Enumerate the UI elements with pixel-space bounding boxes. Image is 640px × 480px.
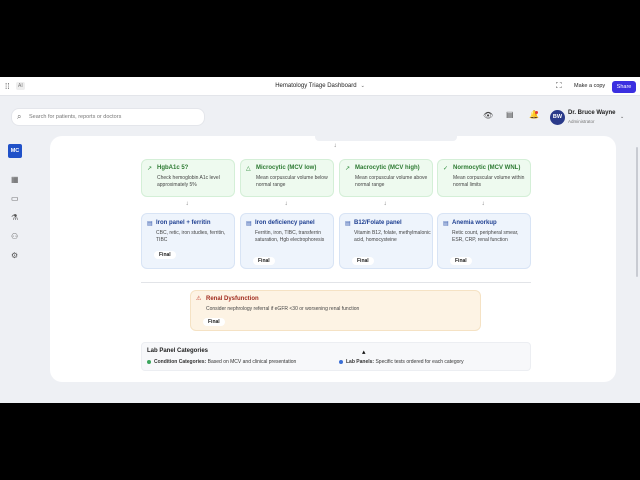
lab-card-iron-panel[interactable]: ▤ Iron panel + ferritin CBC, retic, iron… [141,213,235,269]
condition-card-normocytic[interactable]: ✓ Normocytic (MCV WNL) Mean corpuscular … [437,159,531,197]
chat-icon[interactable]: ▭ [11,194,19,203]
lab-title: Iron deficiency panel [255,220,315,226]
document-icon[interactable]: ▤ [506,110,514,119]
sidebar: MC ▦ ▭ ⚗ ⚇ ⚙ [0,136,30,403]
expand-icon[interactable]: ⛶ [556,81,562,91]
condition-desc: Check hemoglobin A1c level approximately… [157,175,220,188]
app-window: ⁞⁞ AI Hematology Triage Dashboard ⌄ ⛶ Mak… [0,77,640,403]
arrow-down-icon: ↓ [333,143,337,149]
chevron-down-icon[interactable]: ⌄ [620,114,624,120]
condition-card-macrocytic[interactable]: ↗ Macrocytic (MCV high) Mean corpuscular… [339,159,433,197]
dashboard-icon[interactable]: ▦ [11,175,19,184]
section-divider [141,282,531,283]
condition-desc: Mean corpuscular volume within normal li… [453,175,525,188]
condition-title: Microcytic (MCV low) [256,165,317,171]
trend-up-icon: ↗ [345,166,351,172]
lab-title: Iron panel + ferritin [156,220,211,226]
condition-desc: Mean corpuscular volume above normal ran… [355,175,428,188]
title-bar: ⁞⁞ AI Hematology Triage Dashboard ⌄ ⛶ Mak… [0,77,640,96]
warning-icon: ⚠ [196,296,202,302]
triage-flowchart-card: ↓ ↗ HgbA1c 5? Check hemoglobin A1c level… [50,136,616,382]
lab-desc: Vitamin B12, folate, methylmalonic acid,… [354,230,431,243]
warning-icon: △ [246,166,251,172]
condition-desc: Mean corpuscular volume below normal ran… [256,175,328,188]
eye-icon[interactable]: 👁 [483,111,493,120]
search-icon: ⌕ [17,112,22,121]
legend-dot-green [147,360,151,364]
status-badge: Final [253,257,275,265]
chevron-down-icon[interactable]: ⌄ [361,83,365,89]
parent-node-stub [315,136,457,141]
user-name[interactable]: Dr. Bruce Wayne [568,110,615,116]
app-header: ⌕ Search for patients, reports or doctor… [0,96,640,136]
lab-icon[interactable]: ⚗ [11,213,18,222]
legend-panel: Lab Panel Categories Condition Categorie… [141,342,531,371]
gear-icon[interactable]: ⚙ [11,251,18,260]
arrow-down-icon: ↓ [481,201,485,207]
lab-desc: Retic count, peripheral smear, ESR, CRP,… [452,230,519,243]
lab-desc: Ferritin, iron, TIBC, transferrin satura… [255,230,325,243]
lab-title: Anemia workup [452,220,497,226]
legend-item-labs: Lab Panels: Specific tests ordered for e… [346,359,464,365]
status-badge: Final [203,318,225,326]
search-placeholder: Search for patients, reports or doctors [29,114,122,120]
alert-title: Renal Dysfunction [206,296,259,302]
alert-card-renal[interactable]: ⚠ Renal Dysfunction Consider nephrology … [190,290,481,331]
alert-desc: Consider nephrology referral if eGFR <30… [206,306,360,312]
lab-card-anemia-workup[interactable]: ▤ Anemia workup Retic count, peripheral … [437,213,531,269]
app-logo[interactable]: MC [8,144,22,158]
arrow-down-icon: ↓ [383,201,387,207]
legend-title: Lab Panel Categories [147,348,209,354]
make-copy-button[interactable]: Make a copy [574,83,605,89]
condition-title: Macrocytic (MCV high) [355,165,420,171]
check-circle-icon: ✓ [443,166,449,172]
status-badge: Final [450,257,472,265]
arrow-down-icon: ↓ [284,201,288,207]
document-icon: ▤ [147,221,153,227]
condition-title: Normocytic (MCV WNL) [453,165,521,171]
document-icon: ▤ [246,221,252,227]
user-role: Administrator [568,119,595,124]
status-badge: Final [352,257,374,265]
users-icon[interactable]: ⚇ [11,232,18,241]
lab-card-b12-folate[interactable]: ▤ B12/Folate panel Vitamin B12, folate, … [339,213,433,269]
legend-dot-blue [339,360,343,364]
condition-title: HgbA1c 5? [157,165,189,171]
document-title[interactable]: Hematology Triage Dashboard ⌄ [0,83,640,89]
condition-card-hgba1c[interactable]: ↗ HgbA1c 5? Check hemoglobin A1c level a… [141,159,235,197]
document-icon: ▤ [345,221,351,227]
notification-dot [535,111,538,114]
scrollbar[interactable] [636,147,638,277]
status-badge: Final [154,251,176,259]
document-icon: ▤ [443,221,449,227]
arrow-down-icon: ↓ [185,201,189,207]
search-input[interactable]: ⌕ Search for patients, reports or doctor… [11,108,205,126]
lab-card-iron-deficiency[interactable]: ▤ Iron deficiency panel Ferritin, iron, … [240,213,334,269]
lab-title: B12/Folate panel [354,220,402,226]
lab-desc: CBC, retic, iron studies, ferritin, TIBC [156,230,226,243]
trend-icon: ↗ [147,166,153,172]
share-button[interactable]: Share [612,81,636,93]
avatar[interactable]: BW [550,110,565,125]
legend-item-conditions: Condition Categories: Based on MCV and c… [154,359,297,365]
condition-card-microcytic[interactable]: △ Microcytic (MCV low) Mean corpuscular … [240,159,334,197]
mouse-cursor-icon: ▴ [362,349,366,356]
